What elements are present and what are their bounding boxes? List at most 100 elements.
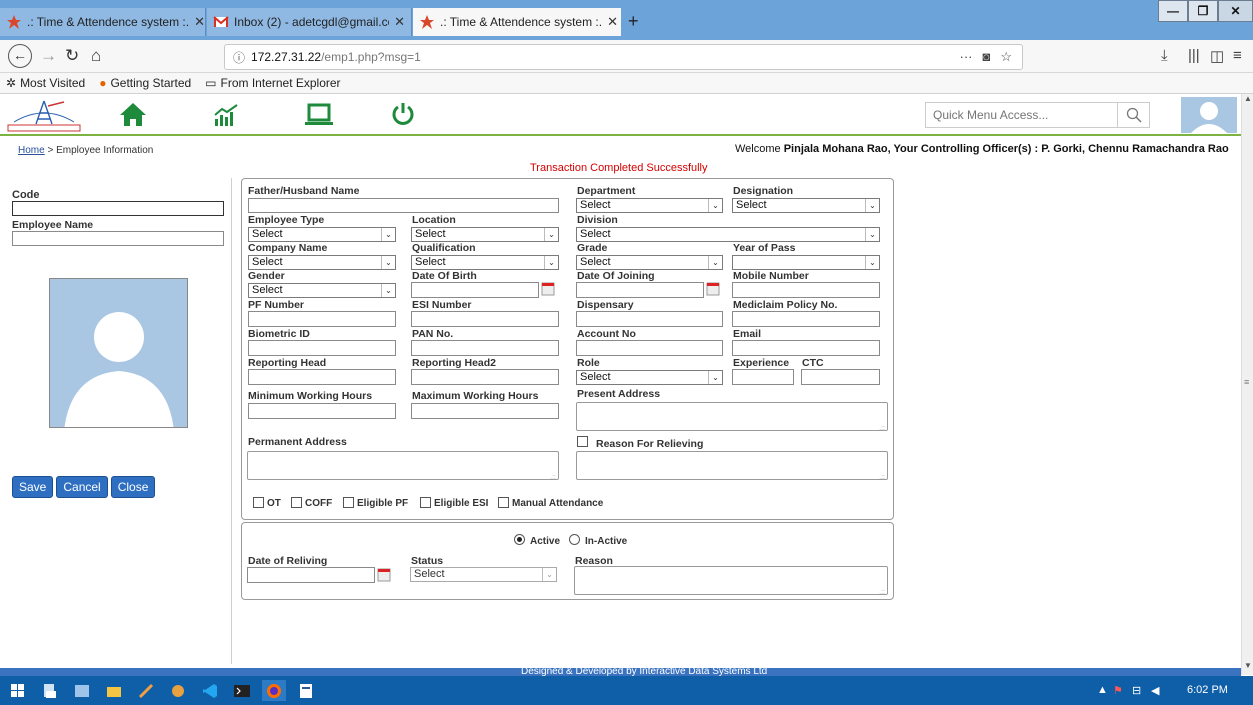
firefox-taskbar-icon[interactable] — [262, 680, 286, 701]
search-icon[interactable] — [1117, 103, 1149, 127]
active-radio[interactable] — [514, 534, 525, 545]
email-input[interactable] — [732, 340, 880, 356]
browser-tab-3[interactable]: .: Time & Attendence system :. ✕ — [413, 8, 621, 36]
ot-checkbox[interactable] — [253, 497, 264, 508]
close-tab-icon[interactable]: ✕ — [607, 14, 618, 30]
quick-menu-input[interactable] — [926, 103, 1117, 127]
address-bar[interactable]: ⓘ 172.27.31.22 /emp1.php?msg=1 ··· ◙ ☆ — [224, 44, 1023, 70]
bookmark-most-visited[interactable]: ✲ Most Visited — [6, 76, 85, 90]
gender-select[interactable]: Select ⌄ — [248, 283, 396, 298]
experience-input[interactable] — [732, 369, 794, 385]
bookmark-from-ie[interactable]: ▭ From Internet Explorer — [205, 76, 340, 90]
dispensary-input[interactable] — [576, 311, 723, 327]
date-reliving-input[interactable] — [247, 567, 375, 583]
grade-select[interactable]: Select ⌄ — [576, 255, 723, 270]
doj-input[interactable] — [576, 282, 704, 298]
file-manager-icon[interactable] — [38, 680, 62, 701]
mobile-input[interactable] — [732, 282, 880, 298]
scroll-up-icon[interactable]: ▲ — [1242, 94, 1253, 108]
close-button[interactable]: Close — [110, 476, 156, 498]
user-avatar[interactable] — [1181, 97, 1237, 133]
cancel-button[interactable]: Cancel — [56, 476, 108, 498]
employee-type-select[interactable]: Select ⌄ — [248, 227, 396, 242]
scroll-down-icon[interactable]: ▼ — [1242, 661, 1253, 675]
maximize-button[interactable]: ❐ — [1188, 0, 1218, 22]
calendar-icon[interactable] — [377, 568, 391, 582]
reason-relieving-checkbox[interactable] — [577, 436, 588, 447]
location-select[interactable]: Select ⌄ — [411, 227, 559, 242]
close-tab-icon[interactable]: ✕ — [394, 14, 405, 30]
tray-alert-icon[interactable]: ⚑ — [1113, 684, 1123, 697]
explorer-app-icon[interactable] — [70, 680, 94, 701]
browser-tab-2[interactable]: Inbox (2) - adetcgdl@gmail.com ✕ — [207, 8, 412, 36]
pf-input[interactable] — [248, 311, 396, 327]
inactive-radio[interactable] — [569, 534, 580, 545]
save-button[interactable]: Save — [12, 476, 54, 498]
tool-app-icon[interactable] — [134, 680, 158, 701]
year-of-pass-select[interactable]: ⌄ — [732, 255, 880, 270]
status-select[interactable]: Select ⌄ — [410, 567, 557, 582]
coff-checkbox[interactable] — [291, 497, 302, 508]
minimize-button[interactable]: — — [1158, 0, 1188, 22]
sidebar-icon[interactable]: ◫ — [1210, 47, 1224, 65]
laptop-icon[interactable] — [304, 103, 334, 130]
eligible-pf-checkbox[interactable] — [343, 497, 354, 508]
scroll-grip-icon[interactable]: ≡ — [1244, 377, 1249, 387]
bookmark-star-icon[interactable]: ☆ — [1000, 49, 1012, 65]
clock-time[interactable]: 6:02 PM — [1187, 684, 1228, 696]
reason-relieving-textarea[interactable] — [576, 451, 888, 481]
bookmark-getting-started[interactable]: ● Getting Started — [99, 76, 191, 90]
dob-input[interactable] — [411, 282, 539, 298]
browser-tab-1[interactable]: .: Time & Attendence system :. ✕ — [0, 8, 206, 36]
esi-input[interactable] — [411, 311, 559, 327]
reporting-head2-input[interactable] — [411, 369, 559, 385]
present-address-textarea[interactable] — [576, 402, 888, 432]
document-app-icon[interactable] — [294, 680, 318, 701]
department-select[interactable]: Select ⌄ — [576, 198, 723, 213]
folder-icon[interactable] — [102, 680, 126, 701]
calendar-icon[interactable] — [541, 282, 555, 296]
vscode-icon[interactable] — [198, 680, 222, 701]
code-input[interactable] — [12, 201, 224, 216]
chart-icon[interactable] — [213, 103, 239, 130]
ctc-input[interactable] — [801, 369, 880, 385]
library-icon[interactable]: ||| — [1188, 47, 1200, 64]
home-icon[interactable]: ⌂ — [91, 46, 101, 66]
close-window-button[interactable]: ✕ — [1218, 0, 1253, 22]
close-tab-icon[interactable]: ✕ — [194, 14, 205, 30]
account-input[interactable] — [576, 340, 723, 356]
eligible-esi-checkbox[interactable] — [420, 497, 431, 508]
network-icon[interactable]: ⊟ — [1132, 684, 1141, 697]
download-icon[interactable]: ⤓ — [1161, 47, 1168, 64]
page-scrollbar[interactable]: ▲ ≡ ▼ — [1241, 94, 1253, 675]
reporting-head-input[interactable] — [248, 369, 396, 385]
info-icon[interactable]: ⓘ — [233, 49, 245, 66]
company-name-select[interactable]: Select ⌄ — [248, 255, 396, 270]
volume-icon[interactable]: ◀ — [1151, 684, 1159, 697]
power-icon[interactable] — [391, 102, 415, 129]
division-select[interactable]: Select ⌄ — [576, 227, 880, 242]
start-button-icon[interactable] — [6, 680, 30, 701]
page-actions-icon[interactable]: ··· — [959, 49, 972, 65]
tray-expand-icon[interactable]: ▲ — [1097, 684, 1108, 696]
reason-textarea[interactable] — [574, 566, 888, 596]
menu-icon[interactable]: ≡ — [1233, 47, 1242, 64]
network-app-icon[interactable] — [166, 680, 190, 701]
biometric-input[interactable] — [248, 340, 396, 356]
mediclaim-input[interactable] — [732, 311, 880, 327]
breadcrumb-home-link[interactable]: Home — [18, 145, 45, 156]
father-husband-input[interactable] — [248, 198, 559, 213]
designation-select[interactable]: Select ⌄ — [732, 198, 880, 213]
new-tab-button[interactable]: + — [628, 11, 639, 32]
pan-input[interactable] — [411, 340, 559, 356]
forward-arrow-icon[interactable]: → — [40, 46, 57, 66]
reload-icon[interactable]: ↻ — [65, 46, 79, 66]
max-hours-input[interactable] — [411, 403, 559, 419]
permanent-address-textarea[interactable] — [247, 451, 559, 481]
pocket-icon[interactable]: ◙ — [982, 49, 990, 65]
terminal-icon[interactable] — [230, 680, 254, 701]
employee-name-input[interactable] — [12, 231, 224, 246]
calendar-icon[interactable] — [706, 282, 720, 296]
back-arrow-icon[interactable]: ← — [8, 44, 32, 68]
qualification-select[interactable]: Select ⌄ — [411, 255, 559, 270]
